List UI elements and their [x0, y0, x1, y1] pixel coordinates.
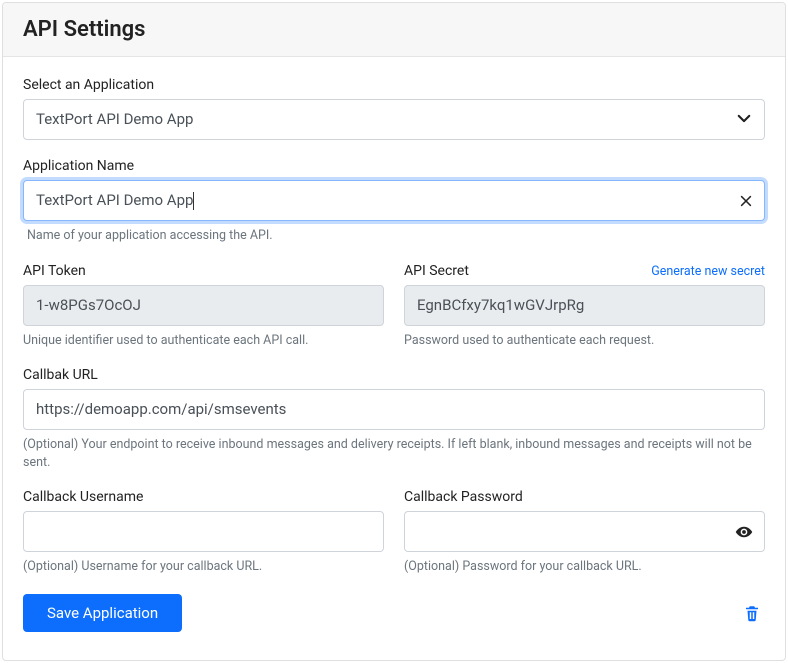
callback-url-input[interactable]	[23, 389, 765, 430]
text-cursor	[193, 192, 194, 210]
application-name-wrap: TextPort API Demo App	[23, 180, 765, 221]
trash-icon	[743, 603, 761, 623]
save-application-button[interactable]: Save Application	[23, 594, 182, 632]
select-application-value: TextPort API Demo App	[36, 110, 193, 128]
callback-credentials-row: Callback Username (Optional) Username fo…	[23, 489, 765, 576]
callback-username-hint: (Optional) Username for your callback UR…	[23, 558, 384, 576]
api-token-hint: Unique identifier used to authenticate e…	[23, 332, 384, 350]
api-token-input[interactable]	[23, 285, 384, 326]
callback-url-group: Callbak URL (Optional) Your endpoint to …	[23, 367, 765, 471]
actions-row: Save Application	[23, 594, 765, 632]
delete-button[interactable]	[739, 599, 765, 627]
application-name-hint: Name of your application accessing the A…	[23, 227, 765, 245]
application-name-value: TextPort API Demo App	[36, 191, 193, 209]
api-token-group: API Token Unique identifier used to auth…	[23, 263, 384, 350]
application-name-group: Application Name TextPort API Demo App N…	[23, 158, 765, 245]
eye-icon	[735, 523, 753, 541]
callback-url-label: Callbak URL	[23, 367, 765, 383]
panel-header: API Settings	[3, 3, 785, 57]
application-name-input[interactable]: TextPort API Demo App	[23, 180, 765, 221]
clear-input-button[interactable]	[739, 194, 753, 208]
callback-password-wrap	[404, 511, 765, 552]
callback-url-hint: (Optional) Your endpoint to receive inbo…	[23, 436, 765, 471]
callback-username-input[interactable]	[23, 511, 384, 552]
api-secret-label: API Secret	[404, 263, 469, 279]
callback-password-hint: (Optional) Password for your callback UR…	[404, 558, 765, 576]
api-secret-hint: Password used to authenticate each reque…	[404, 332, 765, 350]
application-name-label: Application Name	[23, 158, 765, 174]
callback-password-group: Callback Password (Optional) Password fo…	[404, 489, 765, 576]
api-secret-group: API Secret Generate new secret Password …	[404, 263, 765, 350]
page-title: API Settings	[23, 17, 765, 42]
token-secret-row: API Token Unique identifier used to auth…	[23, 263, 765, 350]
select-application-wrap: TextPort API Demo App	[23, 99, 765, 140]
api-settings-panel: API Settings Select an Application TextP…	[2, 2, 786, 661]
select-application-label: Select an Application	[23, 77, 765, 93]
api-token-label: API Token	[23, 263, 384, 279]
callback-password-label: Callback Password	[404, 489, 765, 505]
api-secret-input[interactable]	[404, 285, 765, 326]
toggle-password-visibility-button[interactable]	[735, 523, 753, 541]
callback-username-group: Callback Username (Optional) Username fo…	[23, 489, 384, 576]
callback-username-label: Callback Username	[23, 489, 384, 505]
callback-password-input[interactable]	[404, 511, 765, 552]
select-application-group: Select an Application TextPort API Demo …	[23, 77, 765, 140]
generate-new-secret-link[interactable]: Generate new secret	[651, 264, 765, 279]
panel-body: Select an Application TextPort API Demo …	[3, 57, 785, 660]
select-application-dropdown[interactable]: TextPort API Demo App	[23, 99, 765, 140]
